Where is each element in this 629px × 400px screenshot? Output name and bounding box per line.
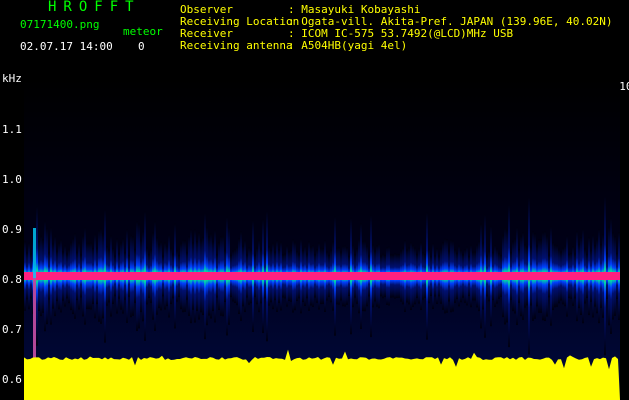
y-tick-label: 1.1	[2, 123, 22, 136]
meteor-count: 0	[138, 40, 145, 53]
datetime: 02.07.17 14:00	[20, 40, 113, 53]
antenna-value: : A504HB(yagi 4el)	[288, 39, 408, 52]
y-axis-unit: kHz	[2, 72, 22, 85]
background-noise	[24, 78, 620, 400]
filename: 07171400.png	[20, 18, 100, 31]
y-tick-label: 0.7	[2, 323, 22, 336]
y-tick-label: 0.8	[2, 273, 22, 286]
carrier-line	[24, 272, 620, 280]
y-tick-label: 0.6	[2, 373, 22, 386]
app-title: HROFFT	[48, 0, 141, 15]
meteor-label: meteor	[123, 25, 163, 38]
antenna-label: Receiving antenna	[180, 39, 293, 52]
spectrogram	[24, 78, 620, 400]
meteor-streak-core	[33, 278, 36, 358]
y-tick-label: 0.9	[2, 223, 22, 236]
y-tick-label: 1.0	[2, 173, 22, 186]
